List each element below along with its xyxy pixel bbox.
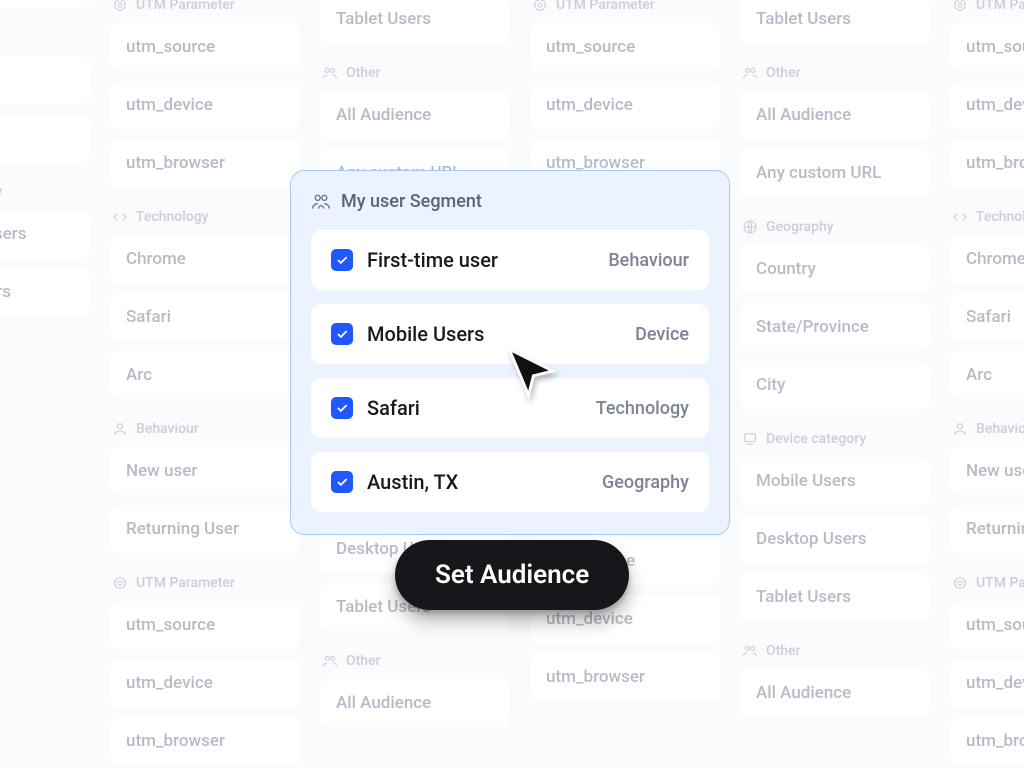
target-icon xyxy=(532,0,548,13)
bg-chip: Any custom URL xyxy=(740,149,930,197)
segment-row-category: Behaviour xyxy=(608,250,689,271)
bg-chip: utm_device xyxy=(110,659,300,707)
bg-chip: All Audience xyxy=(740,669,930,717)
bg-section-head: Device category xyxy=(0,184,2,200)
bg-chip: Segment xyxy=(0,56,90,104)
bg-chip: Arc xyxy=(950,351,1024,399)
bg-chip: Country xyxy=(740,245,930,293)
bg-chip: Safari xyxy=(110,293,300,341)
device-icon xyxy=(742,431,758,447)
bg-section-head: Technology xyxy=(136,209,209,225)
bg-section-head: UTM Parameter xyxy=(136,0,235,13)
bg-chip: utm_source xyxy=(110,601,300,649)
bg-section-head: Other xyxy=(346,65,381,81)
bg-chip: utm_device xyxy=(530,81,720,129)
bg-chip: utm_browser xyxy=(110,717,300,765)
segment-row[interactable]: First-time user Behaviour xyxy=(311,230,709,290)
people-icon xyxy=(322,65,338,81)
bg-section-head: UTM Para xyxy=(976,575,1024,591)
bg-chip: utm_source xyxy=(110,23,300,71)
checkbox-checked[interactable] xyxy=(331,249,353,271)
bg-chip: utm_browser xyxy=(110,139,300,187)
segment-card: My user Segment First-time user Behaviou… xyxy=(290,170,730,535)
bg-chip: Desktop Users xyxy=(740,515,930,563)
bg-chip: utm_sou xyxy=(950,601,1024,649)
bg-chip: Arc xyxy=(110,351,300,399)
bg-chip: Desktop Users xyxy=(0,210,90,258)
bg-chip: All Audience xyxy=(320,91,510,139)
code-icon xyxy=(952,209,968,225)
bg-chip: City xyxy=(740,361,930,409)
bg-chip: utm_bro xyxy=(950,717,1024,765)
segment-row-label: Safari xyxy=(367,396,582,420)
segment-row[interactable]: Austin, TX Geography xyxy=(311,452,709,512)
target-icon xyxy=(952,0,968,13)
segment-row-category: Geography xyxy=(602,472,689,493)
person-icon xyxy=(112,421,128,437)
bg-chip: Chrome xyxy=(950,235,1024,283)
bg-chip: Chrome xyxy=(110,235,300,283)
code-icon xyxy=(112,209,128,225)
bg-chip: New use xyxy=(950,447,1024,495)
bg-section-head: Other xyxy=(766,65,801,81)
target-icon xyxy=(952,575,968,591)
checkbox-checked[interactable] xyxy=(331,471,353,493)
segment-card-title: My user Segment xyxy=(341,191,482,212)
checkbox-checked[interactable] xyxy=(331,323,353,345)
bg-section-head: Technolo xyxy=(976,209,1024,225)
globe-icon xyxy=(742,219,758,235)
bg-chip: State/Province xyxy=(740,303,930,351)
bg-chip: utm_browser xyxy=(530,653,720,701)
bg-section-head: Device category xyxy=(766,431,866,447)
bg-chip: utm_dev xyxy=(950,659,1024,707)
segment-row-label: Mobile Users xyxy=(367,322,621,346)
bg-chip: utm_dev xyxy=(950,81,1024,129)
bg-section-head: Behaviour xyxy=(136,421,199,437)
bg-chip: utm_device xyxy=(110,81,300,129)
bg-chip: All Audience xyxy=(740,91,930,139)
segment-row-label: Austin, TX xyxy=(367,470,588,494)
bg-chip: Tablet Users xyxy=(0,268,90,316)
people-icon xyxy=(322,653,338,669)
segment-row-label: First-time user xyxy=(367,248,594,272)
bg-chip: utm_bro xyxy=(950,139,1024,187)
people-icon xyxy=(742,643,758,659)
target-icon xyxy=(112,575,128,591)
bg-chip: Safari xyxy=(950,293,1024,341)
bg-chip: Mobile Users xyxy=(740,457,930,505)
users-icon xyxy=(311,192,331,212)
bg-section-head: UTM Para xyxy=(976,0,1024,13)
bg-section-head: UTM Parameter xyxy=(136,575,235,591)
bg-section-head: Other xyxy=(346,653,381,669)
bg-section-head: UTM Parameter xyxy=(556,0,655,13)
segment-card-header: My user Segment xyxy=(311,191,709,212)
bg-section-head: Geography xyxy=(766,219,834,235)
people-icon xyxy=(742,65,758,81)
bg-chip: Returnin xyxy=(950,505,1024,553)
bg-chip: Tablet Users xyxy=(320,0,510,43)
bg-section-head: Behaviou xyxy=(976,421,1024,437)
bg-chip: Tablet Users xyxy=(740,573,930,621)
bg-chip: Tablet Users xyxy=(740,0,930,43)
bg-chip: Any custom URL xyxy=(0,0,90,8)
target-icon xyxy=(112,0,128,13)
set-audience-button[interactable]: Set Audience xyxy=(395,540,629,610)
bg-chip: utm_source xyxy=(530,23,720,71)
bg-chip: New user xyxy=(110,447,300,495)
bg-chip: Audience xyxy=(0,114,90,162)
segment-row-category: Technology xyxy=(596,398,689,419)
bg-chip: utm_sou xyxy=(950,23,1024,71)
bg-section-head: Other xyxy=(766,643,801,659)
segment-row[interactable]: Mobile Users Device xyxy=(311,304,709,364)
bg-chip: All Audience xyxy=(320,679,510,727)
checkbox-checked[interactable] xyxy=(331,397,353,419)
person-icon xyxy=(952,421,968,437)
segment-row[interactable]: Safari Technology xyxy=(311,378,709,438)
bg-chip: Returning User xyxy=(110,505,300,553)
segment-row-category: Device xyxy=(635,324,689,345)
